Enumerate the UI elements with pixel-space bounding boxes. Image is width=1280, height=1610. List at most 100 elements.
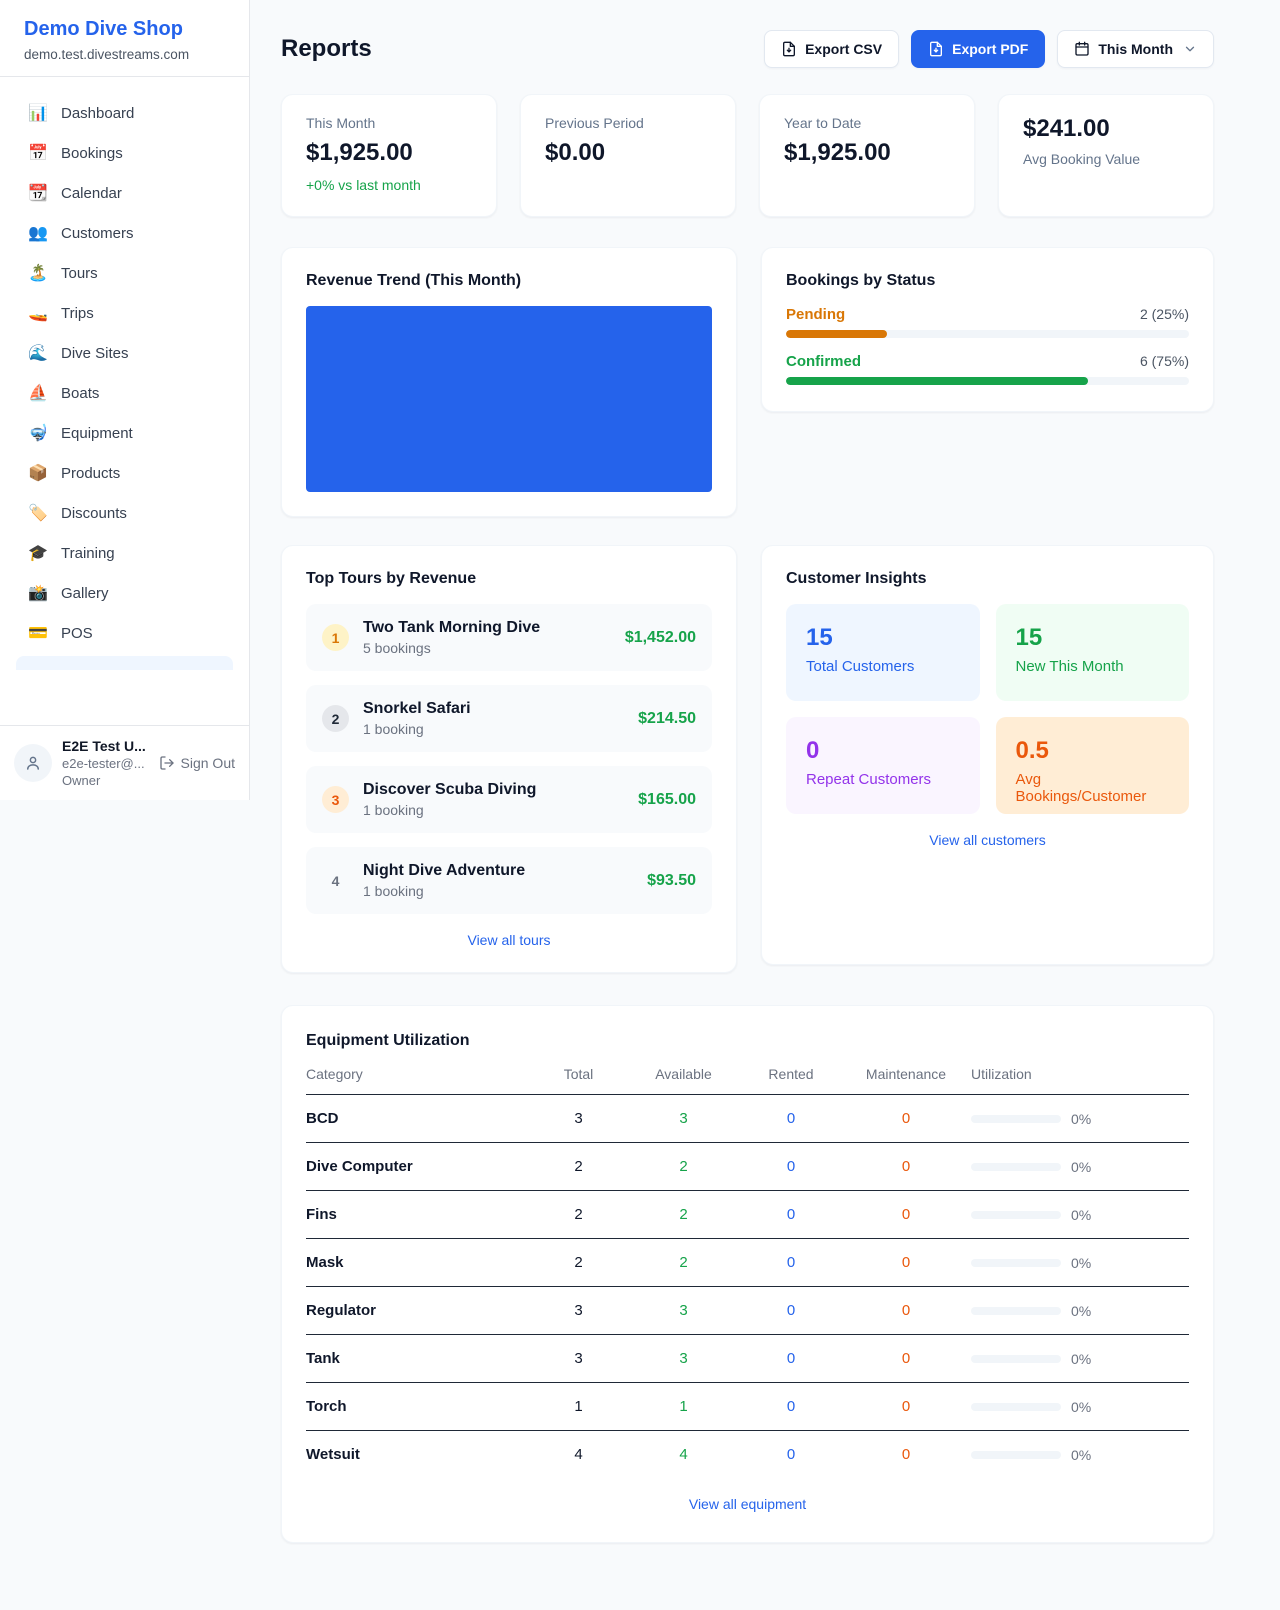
equipment-rented: 0 bbox=[741, 1287, 841, 1335]
calendar-icon: 📆 bbox=[28, 183, 48, 203]
utilization-cell: 0% bbox=[971, 1159, 1189, 1175]
tour-amount: $165.00 bbox=[638, 791, 696, 809]
table-header-row: Category Total Available Rented Maintena… bbox=[306, 1066, 1189, 1095]
equipment-available: 3 bbox=[626, 1335, 741, 1383]
sidebar-item-equipment[interactable]: 🤿Equipment bbox=[16, 413, 233, 453]
user-role: Owner bbox=[62, 773, 149, 788]
island-icon: 🏝️ bbox=[28, 263, 48, 283]
tour-amount: $1,452.00 bbox=[625, 629, 696, 647]
sidebar-item-label: Products bbox=[61, 465, 120, 482]
person-icon bbox=[24, 754, 42, 772]
view-all-equipment-link[interactable]: View all equipment bbox=[306, 1496, 1189, 1512]
sidebar-item-boats[interactable]: ⛵Boats bbox=[16, 373, 233, 413]
avatar bbox=[14, 744, 52, 782]
equipment-maintenance: 0 bbox=[841, 1143, 971, 1191]
equipment-total: 1 bbox=[531, 1383, 626, 1431]
sidebar-item-trips[interactable]: 🚤Trips bbox=[16, 293, 233, 333]
user-name: E2E Test U... bbox=[62, 738, 149, 754]
export-pdf-button[interactable]: Export PDF bbox=[911, 30, 1045, 68]
sidebar-item-label: Gallery bbox=[61, 585, 109, 602]
utilization-bar bbox=[971, 1115, 1061, 1123]
sidebar-item-products[interactable]: 📦Products bbox=[16, 453, 233, 493]
tour-bookings: 1 booking bbox=[363, 721, 624, 737]
equipment-total: 2 bbox=[531, 1239, 626, 1287]
status-label: Confirmed bbox=[786, 353, 861, 370]
status-row-pending: Pending 2 (25%) bbox=[786, 306, 1189, 338]
utilization-bar bbox=[971, 1307, 1061, 1315]
table-row: Wetsuit 4 4 0 0 0% bbox=[306, 1431, 1189, 1479]
view-all-customers-link[interactable]: View all customers bbox=[786, 832, 1189, 848]
equipment-rented: 0 bbox=[741, 1335, 841, 1383]
utilization-cell: 0% bbox=[971, 1399, 1189, 1415]
equipment-category: Dive Computer bbox=[306, 1143, 531, 1191]
tour-list-item: 3 Discover Scuba Diving1 booking $165.00 bbox=[306, 766, 712, 833]
utilization-cell: 0% bbox=[971, 1447, 1189, 1463]
equipment-utilization-card: Equipment Utilization Category Total Ava… bbox=[281, 1005, 1214, 1543]
utilization-text: 0% bbox=[1071, 1447, 1091, 1463]
insight-tiles: 15 Total Customers 15 New This Month 0 R… bbox=[786, 604, 1189, 814]
utilization-text: 0% bbox=[1071, 1351, 1091, 1367]
logout-icon bbox=[159, 755, 175, 771]
sidebar-nav: 📊Dashboard 📅Bookings 📆Calendar 👥Customer… bbox=[0, 77, 249, 670]
period-dropdown[interactable]: This Month bbox=[1057, 30, 1214, 68]
progress-fill bbox=[786, 377, 1088, 385]
insight-tile-new-this-month: 15 New This Month bbox=[996, 604, 1190, 701]
stat-label: Avg Booking Value bbox=[1023, 151, 1189, 167]
equipment-total: 2 bbox=[531, 1143, 626, 1191]
sidebar-item-customers[interactable]: 👥Customers bbox=[16, 213, 233, 253]
insight-value: 0.5 bbox=[1016, 737, 1170, 765]
equipment-rented: 0 bbox=[741, 1239, 841, 1287]
equipment-category: Tank bbox=[306, 1335, 531, 1383]
insight-tile-avg-bookings: 0.5 Avg Bookings/Customer bbox=[996, 717, 1190, 814]
utilization-bar bbox=[971, 1451, 1061, 1459]
equipment-available: 2 bbox=[626, 1191, 741, 1239]
column-header: Category bbox=[306, 1066, 531, 1095]
equipment-available: 2 bbox=[626, 1143, 741, 1191]
credit-card-icon: 💳 bbox=[28, 623, 48, 643]
stat-value: $1,925.00 bbox=[306, 139, 472, 167]
equipment-available: 4 bbox=[626, 1431, 741, 1479]
sidebar-item-tours[interactable]: 🏝️Tours bbox=[16, 253, 233, 293]
rank-badge: 3 bbox=[322, 786, 349, 813]
utilization-cell: 0% bbox=[971, 1111, 1189, 1127]
utilization-bar bbox=[971, 1163, 1061, 1171]
shop-name: Demo Dive Shop bbox=[24, 18, 225, 41]
sidebar-item-dive-sites[interactable]: 🌊Dive Sites bbox=[16, 333, 233, 373]
equipment-total: 4 bbox=[531, 1431, 626, 1479]
sidebar-item-training[interactable]: 🎓Training bbox=[16, 533, 233, 573]
equipment-total: 3 bbox=[531, 1095, 626, 1143]
sidebar-item-calendar[interactable]: 📆Calendar bbox=[16, 173, 233, 213]
insight-value: 15 bbox=[806, 624, 960, 652]
insight-value: 15 bbox=[1016, 624, 1170, 652]
utilization-text: 0% bbox=[1071, 1159, 1091, 1175]
equipment-utilization-title: Equipment Utilization bbox=[306, 1032, 1189, 1050]
utilization-text: 0% bbox=[1071, 1111, 1091, 1127]
sailboat-icon: ⛵ bbox=[28, 383, 48, 403]
stat-card-avg-booking-value: $241.00 Avg Booking Value bbox=[998, 94, 1214, 217]
utilization-bar bbox=[971, 1403, 1061, 1411]
tag-icon: 🏷️ bbox=[28, 503, 48, 523]
sidebar-item-bookings[interactable]: 📅Bookings bbox=[16, 133, 233, 173]
stat-label: This Month bbox=[306, 115, 472, 131]
user-email: e2e-tester@... bbox=[62, 756, 149, 771]
sidebar-item-reports-active-partial[interactable] bbox=[16, 656, 233, 670]
view-all-tours-link[interactable]: View all tours bbox=[306, 932, 712, 948]
export-csv-button[interactable]: Export CSV bbox=[764, 30, 899, 68]
insight-tile-total-customers: 15 Total Customers bbox=[786, 604, 980, 701]
people-icon: 👥 bbox=[28, 223, 48, 243]
tour-list-item: 4 Night Dive Adventure1 booking $93.50 bbox=[306, 847, 712, 914]
sidebar-item-pos[interactable]: 💳POS bbox=[16, 613, 233, 653]
sidebar-item-gallery[interactable]: 📸Gallery bbox=[16, 573, 233, 613]
column-header: Utilization bbox=[971, 1066, 1189, 1095]
sidebar-item-dashboard[interactable]: 📊Dashboard bbox=[16, 93, 233, 133]
utilization-bar bbox=[971, 1355, 1061, 1363]
sidebar-item-discounts[interactable]: 🏷️Discounts bbox=[16, 493, 233, 533]
equipment-category: Regulator bbox=[306, 1287, 531, 1335]
stat-card-previous-period: Previous Period $0.00 bbox=[520, 94, 736, 217]
equipment-category: Wetsuit bbox=[306, 1431, 531, 1479]
sidebar: Demo Dive Shop demo.test.divestreams.com… bbox=[0, 0, 250, 800]
status-label: Pending bbox=[786, 306, 845, 323]
sign-out-button[interactable]: Sign Out bbox=[159, 755, 235, 771]
file-download-icon bbox=[781, 41, 797, 57]
utilization-text: 0% bbox=[1071, 1255, 1091, 1271]
